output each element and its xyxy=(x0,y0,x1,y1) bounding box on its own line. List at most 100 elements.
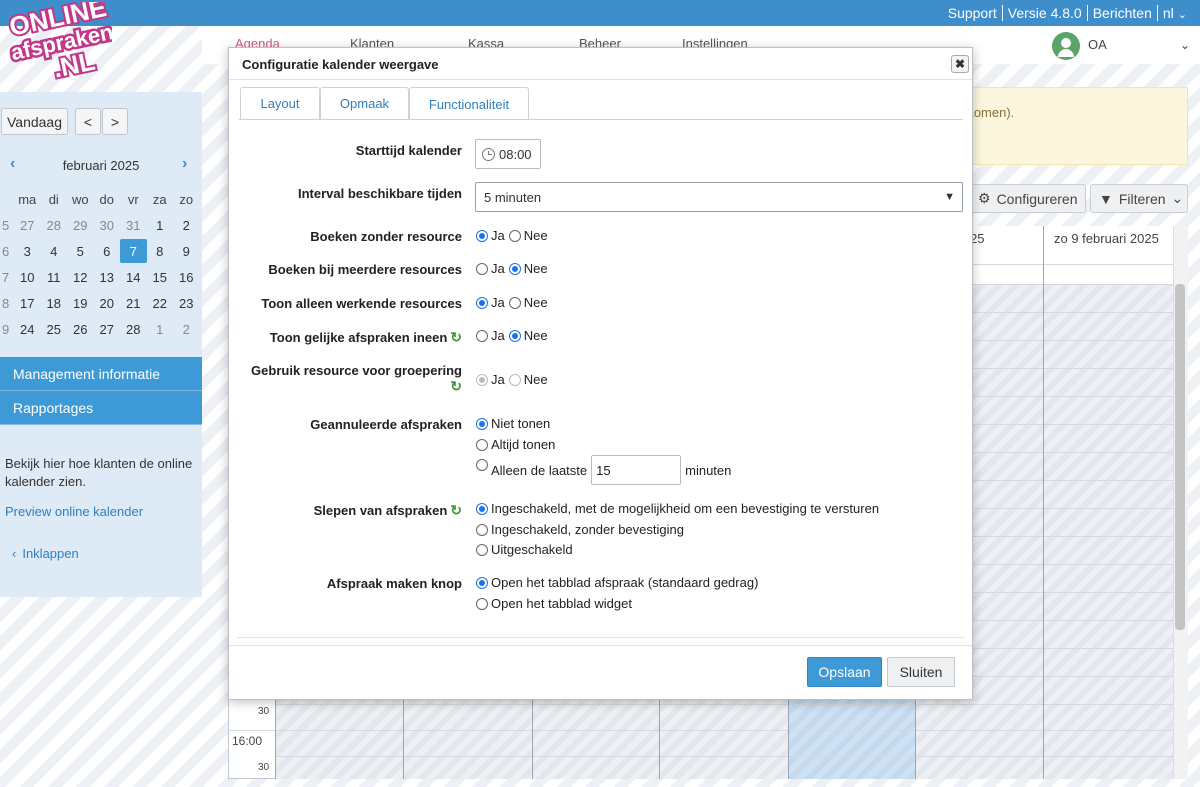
support-link[interactable]: Support xyxy=(943,5,1002,21)
radio-yes[interactable] xyxy=(476,329,488,342)
calendar-day[interactable]: 2 xyxy=(173,317,200,341)
drag-option-confirm[interactable]: Ingeschakeld, met de mogelijkheid om een… xyxy=(476,501,879,516)
radio-button[interactable] xyxy=(476,417,488,430)
calendar-day[interactable]: 2 xyxy=(173,213,200,237)
cancelled-option-last[interactable]: Alleen de laatste 15 minuten xyxy=(476,455,731,485)
calendar-day[interactable]: 14 xyxy=(120,265,147,289)
calendar-day[interactable]: 4 xyxy=(41,239,68,263)
collapse-link[interactable]: ‹ Inklappen xyxy=(12,546,79,561)
calendar-day[interactable]: 16 xyxy=(173,265,200,289)
start-time-input[interactable]: 08:00 xyxy=(475,139,541,169)
cancelled-option-always[interactable]: Altijd tonen xyxy=(476,437,555,452)
calendar-day[interactable]: 18 xyxy=(41,291,68,315)
make-option-widget[interactable]: Open het tabblad widget xyxy=(476,596,632,611)
menu-management-info[interactable]: Management informatie xyxy=(0,357,202,391)
filter-button[interactable]: ▼ Filteren ⌄ xyxy=(1090,184,1188,213)
calendar-day[interactable]: 22 xyxy=(147,291,174,315)
chevron-down-icon[interactable]: ⌄ xyxy=(1180,38,1190,52)
interval-select[interactable]: 5 minuten ▼ xyxy=(475,182,963,212)
calendar-day[interactable]: 5 xyxy=(67,239,94,263)
calendar-day[interactable]: 31 xyxy=(120,213,147,237)
radio-yes[interactable] xyxy=(476,296,488,309)
drag-option-no-confirm[interactable]: Ingeschakeld, zonder bevestiging xyxy=(476,522,684,537)
save-button[interactable]: Opslaan xyxy=(807,657,882,687)
scrollbar-thumb[interactable] xyxy=(1175,284,1185,630)
refresh-icon: ↻ xyxy=(450,502,462,518)
user-initials[interactable]: OA xyxy=(1088,37,1107,52)
radio-no[interactable] xyxy=(508,296,521,309)
language-select[interactable]: nl ⌄ xyxy=(1158,5,1192,21)
radio-button[interactable] xyxy=(476,543,488,556)
calendar-day[interactable]: 28 xyxy=(41,213,68,237)
menu-reports[interactable]: Rapportages xyxy=(0,391,202,425)
calendar-day[interactable]: 1 xyxy=(147,317,174,341)
calendar-day[interactable]: 10 xyxy=(14,265,41,289)
week-number[interactable]: 5 xyxy=(0,213,14,237)
cancelled-option-hide[interactable]: Niet tonen xyxy=(476,416,550,431)
calendar-day[interactable]: 25 xyxy=(41,317,68,341)
radio-yes[interactable] xyxy=(476,229,488,242)
messages-link[interactable]: Berichten xyxy=(1088,5,1157,21)
minutes-value: 15 xyxy=(596,462,611,478)
tab-opmaak[interactable]: Opmaak xyxy=(320,87,409,119)
calendar-day[interactable]: 9 xyxy=(173,239,200,263)
radio-button[interactable] xyxy=(476,523,488,536)
calendar-day[interactable]: 19 xyxy=(67,291,94,315)
make-button-label: Afspraak maken knop xyxy=(326,576,462,591)
selected-day-column[interactable] xyxy=(789,700,915,779)
radio-button[interactable] xyxy=(476,502,488,515)
calendar-day[interactable]: 23 xyxy=(173,291,200,315)
close-button[interactable]: Sluiten xyxy=(887,657,955,687)
configure-button[interactable]: ⚙ Configureren xyxy=(969,184,1086,213)
prev-week-button[interactable]: < xyxy=(75,108,101,135)
calendar-day[interactable]: 28 xyxy=(120,317,147,341)
tab-functionaliteit[interactable]: Functionaliteit xyxy=(409,87,529,120)
calendar-day[interactable]: 29 xyxy=(67,213,94,237)
weekday: wo xyxy=(71,191,89,207)
logo[interactable]: ONLINE afspraken .NL xyxy=(8,2,112,82)
tab-layout[interactable]: Layout xyxy=(240,87,320,119)
calendar-day[interactable]: 20 xyxy=(94,291,121,315)
calendar-day[interactable]: 27 xyxy=(14,213,41,237)
radio-yes[interactable] xyxy=(476,262,488,275)
calendar-day[interactable]: 13 xyxy=(94,265,121,289)
version-label[interactable]: Versie 4.8.0 xyxy=(1003,5,1087,21)
calendar-day[interactable]: 1 xyxy=(147,213,174,237)
make-option-appointment[interactable]: Open het tabblad afspraak (standaard ged… xyxy=(476,575,758,590)
calendar-day[interactable]: 12 xyxy=(67,265,94,289)
chevron-right-icon[interactable]: › xyxy=(182,155,187,173)
radio-button[interactable] xyxy=(476,597,488,610)
week-number[interactable]: 7 xyxy=(0,265,14,289)
minutes-input[interactable]: 15 xyxy=(591,455,682,485)
today-button[interactable]: Vandaag xyxy=(1,108,68,135)
radio-button[interactable] xyxy=(476,438,488,451)
week-number[interactable]: 9 xyxy=(0,317,14,341)
calendar-day[interactable]: 11 xyxy=(41,265,68,289)
close-icon[interactable]: ✖ xyxy=(951,55,969,73)
calendar-day[interactable]: 27 xyxy=(94,317,121,341)
book-without-resource-label: Boeken zonder resource xyxy=(310,229,462,244)
user-avatar-icon[interactable] xyxy=(1052,32,1080,60)
calendar-day[interactable]: 6 xyxy=(94,239,121,263)
preview-online-calendar-link[interactable]: Preview online kalender xyxy=(5,504,143,519)
refresh-icon: ↻ xyxy=(450,378,462,394)
calendar-day[interactable]: 15 xyxy=(147,265,174,289)
calendar-day[interactable]: 24 xyxy=(14,317,41,341)
calendar-day[interactable]: 21 xyxy=(120,291,147,315)
calendar-day[interactable]: 30 xyxy=(94,213,121,237)
calendar-day[interactable]: 26 xyxy=(67,317,94,341)
week-number[interactable]: 8 xyxy=(0,291,14,315)
radio-button[interactable] xyxy=(476,576,488,589)
radio-no[interactable] xyxy=(508,262,521,275)
week-number[interactable]: 6 xyxy=(0,239,14,263)
radio-no[interactable] xyxy=(508,229,521,242)
day-column-header[interactable]: zo 9 februari 2025 xyxy=(1043,226,1173,264)
calendar-day[interactable]: 17 xyxy=(14,291,41,315)
calendar-day-selected[interactable]: 7 xyxy=(120,239,147,263)
radio-button[interactable] xyxy=(476,459,488,471)
calendar-day[interactable]: 3 xyxy=(14,239,41,263)
drag-option-disabled[interactable]: Uitgeschakeld xyxy=(476,542,573,557)
next-week-button[interactable]: > xyxy=(102,108,128,135)
radio-no[interactable] xyxy=(508,329,521,342)
calendar-day[interactable]: 8 xyxy=(147,239,174,263)
